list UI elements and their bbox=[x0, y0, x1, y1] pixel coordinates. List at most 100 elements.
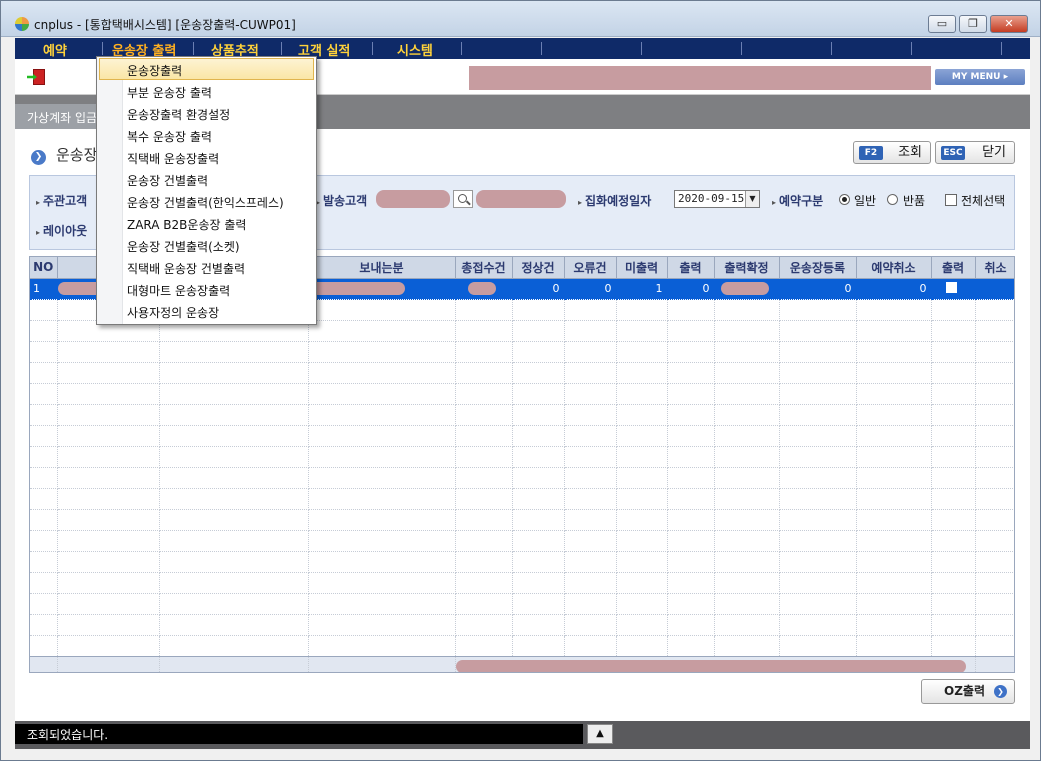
col-no[interactable]: NO bbox=[30, 257, 58, 279]
pickup-date-field[interactable]: 2020-09-15 ▼ bbox=[674, 190, 760, 208]
empty-cell bbox=[159, 404, 309, 426]
empty-table-row[interactable] bbox=[30, 551, 1014, 573]
empty-table-row[interactable] bbox=[30, 383, 1014, 405]
total-cell bbox=[308, 655, 456, 672]
col-reserve-cancel[interactable]: 예약취소 bbox=[856, 257, 932, 279]
menu-separator bbox=[1001, 42, 1002, 55]
empty-table-row[interactable] bbox=[30, 614, 1014, 636]
empty-cell bbox=[667, 446, 715, 468]
empty-table-row[interactable] bbox=[30, 467, 1014, 489]
empty-table-row[interactable] bbox=[30, 509, 1014, 531]
col-cancel[interactable]: 취소 bbox=[975, 257, 1014, 279]
empty-cell bbox=[856, 425, 932, 447]
search-button[interactable]: F2 조회 bbox=[853, 141, 931, 164]
empty-cell bbox=[616, 425, 668, 447]
sender-label: 발송고객 bbox=[316, 192, 367, 209]
close-button[interactable]: ESC 닫기 bbox=[935, 141, 1015, 164]
empty-cell bbox=[714, 299, 780, 321]
empty-cell bbox=[667, 530, 715, 552]
menu-system[interactable]: 시스템 bbox=[397, 40, 433, 59]
empty-cell bbox=[308, 509, 456, 531]
empty-cell bbox=[512, 593, 565, 615]
menu-item-direct-single-print[interactable]: 직택배 운송장 건별출력 bbox=[97, 256, 316, 278]
oz-print-button[interactable]: OZ출력 ❯ bbox=[921, 679, 1015, 704]
menu-item-direct-waybill-print[interactable]: 직택배 운송장출력 bbox=[97, 146, 316, 168]
empty-cell bbox=[714, 446, 780, 468]
sender-name-input[interactable] bbox=[476, 190, 566, 208]
menu-separator bbox=[372, 42, 373, 55]
menu-item-waybill-print[interactable]: 운송장출력 bbox=[99, 58, 314, 80]
col-sender[interactable]: 보내는분 bbox=[308, 257, 456, 279]
cell-no: 1 bbox=[30, 278, 58, 300]
empty-cell bbox=[30, 509, 58, 531]
radio-normal[interactable] bbox=[839, 194, 850, 205]
empty-cell bbox=[779, 488, 857, 510]
menu-item-waybill-single-print-socket[interactable]: 운송장 건별출력(소켓) bbox=[97, 234, 316, 256]
cell-print[interactable] bbox=[931, 278, 976, 300]
empty-cell bbox=[975, 467, 1014, 489]
menu-item-waybill-single-print[interactable]: 운송장 건별출력 bbox=[97, 168, 316, 190]
empty-cell bbox=[667, 551, 715, 573]
arrow-right-icon: ❯ bbox=[994, 685, 1007, 698]
menu-item-zara-b2b-print[interactable]: ZARA B2B운송장 출력 bbox=[97, 212, 316, 234]
empty-cell bbox=[455, 320, 513, 342]
cell-print-confirm bbox=[714, 278, 780, 300]
exit-icon[interactable] bbox=[27, 69, 45, 85]
col-waybill-reg[interactable]: 운송장등록 bbox=[779, 257, 857, 279]
chevron-down-icon[interactable]: ▼ bbox=[745, 191, 759, 207]
col-error[interactable]: 오류건 bbox=[564, 257, 617, 279]
empty-cell bbox=[856, 320, 932, 342]
menu-item-waybill-print-settings[interactable]: 운송장출력 환경설정 bbox=[97, 102, 316, 124]
cell-reserve-cancel: 0 bbox=[856, 278, 932, 300]
print-checkbox[interactable] bbox=[945, 281, 957, 293]
col-printed[interactable]: 출력 bbox=[667, 257, 715, 279]
empty-table-row[interactable] bbox=[30, 425, 1014, 447]
empty-cell bbox=[455, 614, 513, 636]
empty-table-row[interactable] bbox=[30, 572, 1014, 594]
empty-cell bbox=[512, 509, 565, 531]
empty-table-row[interactable] bbox=[30, 530, 1014, 552]
col-print-confirm[interactable]: 출력확정 bbox=[714, 257, 780, 279]
menu-reservation[interactable]: 예약 bbox=[43, 40, 67, 59]
radio-return[interactable] bbox=[887, 194, 898, 205]
empty-cell bbox=[564, 488, 617, 510]
close-window-button[interactable]: ✕ bbox=[990, 15, 1028, 33]
select-all-checkbox[interactable] bbox=[945, 194, 957, 206]
empty-table-row[interactable] bbox=[30, 404, 1014, 426]
menu-item-custom-waybill[interactable]: 사용자정의 운송장 bbox=[97, 300, 316, 322]
empty-cell bbox=[455, 404, 513, 426]
col-normal[interactable]: 정상건 bbox=[512, 257, 565, 279]
search-icon[interactable] bbox=[453, 190, 473, 208]
sender-code-input[interactable] bbox=[376, 190, 450, 208]
empty-cell bbox=[667, 467, 715, 489]
menu-item-waybill-single-print-han[interactable]: 운송장 건별출력(한익스프레스) bbox=[97, 190, 316, 212]
my-menu-button[interactable]: MY MENU ▸ bbox=[935, 69, 1025, 85]
empty-cell bbox=[564, 404, 617, 426]
empty-table-row[interactable] bbox=[30, 635, 1014, 657]
menu-item-mart-waybill-print[interactable]: 대형마트 운송장출력 bbox=[97, 278, 316, 300]
total-cell bbox=[30, 655, 58, 672]
empty-cell bbox=[714, 425, 780, 447]
menu-item-multi-waybill-print[interactable]: 복수 운송장 출력 bbox=[97, 124, 316, 146]
empty-cell bbox=[30, 341, 58, 363]
status-toggle-button[interactable]: ▲ bbox=[587, 724, 613, 744]
empty-table-row[interactable] bbox=[30, 341, 1014, 363]
empty-table-row[interactable] bbox=[30, 488, 1014, 510]
empty-table-row[interactable] bbox=[30, 593, 1014, 615]
empty-table-row[interactable] bbox=[30, 362, 1014, 384]
col-print[interactable]: 출력 bbox=[931, 257, 976, 279]
empty-cell bbox=[159, 614, 309, 636]
empty-cell bbox=[616, 299, 668, 321]
empty-cell bbox=[30, 551, 58, 573]
empty-cell bbox=[159, 572, 309, 594]
minimize-button[interactable]: ▭ bbox=[928, 15, 956, 33]
maximize-button[interactable]: ❐ bbox=[959, 15, 987, 33]
col-unprinted[interactable]: 미출력 bbox=[616, 257, 668, 279]
empty-cell bbox=[57, 614, 160, 636]
menu-item-partial-waybill-print[interactable]: 부분 운송장 출력 bbox=[97, 80, 316, 102]
empty-cell bbox=[57, 362, 160, 384]
title-bar: cnplus - [통합택배시스템] [운송장출력-CUWP01] ▭ ❐ ✕ bbox=[1, 1, 1040, 37]
col-total[interactable]: 총접수건 bbox=[455, 257, 513, 279]
empty-table-row[interactable] bbox=[30, 446, 1014, 468]
empty-cell bbox=[308, 362, 456, 384]
